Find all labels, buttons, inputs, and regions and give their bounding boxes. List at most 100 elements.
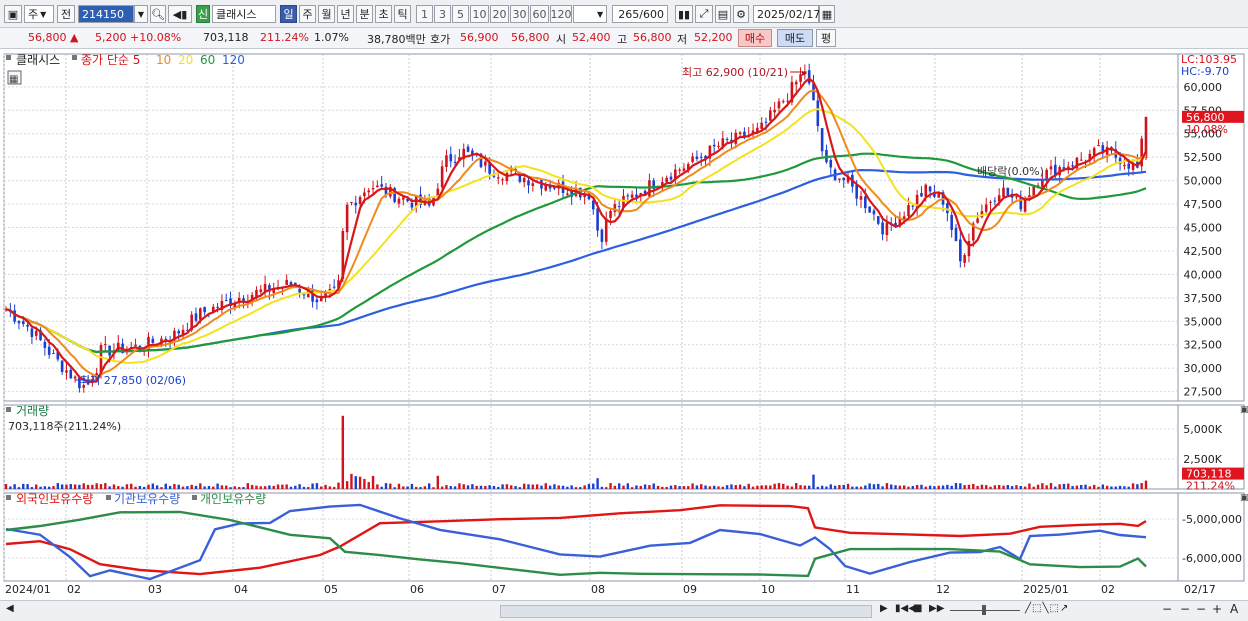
candle-body: [26, 324, 29, 327]
volume-bar: [825, 486, 828, 489]
candle-body: [496, 177, 500, 179]
text-size-icon[interactable]: A: [1230, 602, 1238, 616]
volume-bar: [436, 475, 440, 489]
volume-bar: [285, 484, 288, 489]
volume-bar: [587, 483, 591, 489]
period-tab-5[interactable]: 초: [375, 5, 392, 23]
holding-y-tick: -6,000,000: [1182, 552, 1242, 565]
high-arrow-head: ▸: [802, 68, 807, 79]
volume-bar: [95, 483, 98, 489]
candle-body: [302, 294, 306, 296]
candle-body: [1079, 159, 1083, 161]
minus-icon[interactable]: −: [1196, 602, 1206, 616]
plus-icon[interactable]: +: [1212, 602, 1222, 616]
volume-bar: [907, 486, 910, 489]
volume-bar: [561, 485, 565, 489]
candle-body: [354, 202, 358, 206]
volume-bar: [311, 483, 314, 489]
period-tab-1[interactable]: 주: [299, 5, 316, 23]
print-icon[interactable]: ▤: [715, 5, 731, 23]
horizontal-scrollbar[interactable]: ◀ ▶ ▮◀◀ ■ ▶▶ ╱⬚╲⬚↗ − − − + A: [0, 600, 1248, 621]
calendar-icon[interactable]: ▦: [819, 5, 835, 23]
interval-tab-60[interactable]: 60: [530, 5, 549, 23]
prev-button[interactable]: 전: [57, 5, 75, 23]
panel-marker: [6, 55, 11, 60]
candle-body: [363, 192, 366, 197]
zoom-handle[interactable]: [982, 605, 986, 615]
interval-tab-30[interactable]: 30: [510, 5, 529, 23]
stock-name-field[interactable]: 클래시스: [212, 5, 276, 23]
forward-icon[interactable]: ▶▶: [929, 603, 944, 614]
count-field[interactable]: 265/600: [612, 5, 668, 23]
scroll-right-icon[interactable]: ▶: [880, 603, 888, 614]
volume-bar: [712, 485, 716, 489]
interval-select[interactable]: ▼: [573, 5, 607, 23]
volume-bar: [160, 487, 163, 489]
volume-bar: [915, 485, 919, 489]
volume-bar: [229, 487, 232, 489]
interval-tab-20[interactable]: 20: [490, 5, 509, 23]
draw-tool-icon[interactable]: ⤢: [695, 5, 713, 23]
period-tab-3[interactable]: 년: [337, 5, 354, 23]
buy-button[interactable]: 매수: [738, 29, 772, 47]
draw-tools-icon[interactable]: ╱⬚╲⬚↗: [1025, 603, 1069, 614]
interval-tab-120[interactable]: 120: [550, 5, 572, 23]
window-icon[interactable]: ▣: [4, 5, 22, 23]
gear-icon[interactable]: ⚙: [733, 5, 749, 23]
volume-bar: [557, 485, 560, 489]
candle-body: [501, 179, 504, 181]
volume-bar: [777, 483, 781, 489]
minimize-icon[interactable]: −: [1180, 602, 1190, 616]
stock-chart[interactable]: 2024/01 02 03 04 05 06 07 08 09 10 11 12 2025/01 02 02…: [0, 49, 1248, 600]
volume-bar: [471, 484, 474, 489]
search-icon[interactable]: 🔍︎: [150, 5, 166, 23]
candle-body: [876, 216, 880, 224]
candle-body: [769, 110, 772, 121]
volume-bar: [531, 484, 535, 489]
avg-button[interactable]: 평: [816, 29, 836, 47]
chart-type-icon[interactable]: ▮▮: [675, 5, 693, 23]
volume-bar: [967, 484, 971, 489]
scroll-left-icon[interactable]: ◀: [6, 603, 14, 614]
interval-tab-3[interactable]: 3: [434, 5, 451, 23]
volume-bar: [354, 476, 357, 489]
chevron-down-icon[interactable]: ▼: [134, 5, 148, 23]
volume-bar: [125, 484, 129, 489]
bid-1: 56,900: [460, 31, 499, 44]
volume-bar: [1114, 486, 1117, 489]
interval-tab-5[interactable]: 5: [452, 5, 469, 23]
code-input[interactable]: 214150: [78, 5, 134, 23]
volume-bar: [358, 476, 362, 489]
volume-bar: [1127, 486, 1130, 489]
sell-button[interactable]: 매도: [777, 29, 813, 47]
speaker-icon[interactable]: ◀▮: [168, 5, 192, 23]
volume-bar: [164, 483, 167, 489]
volume-bar: [652, 483, 655, 489]
date-field[interactable]: 2025/02/17: [753, 5, 820, 23]
volume-bar: [108, 486, 111, 489]
volume-bar: [868, 483, 871, 489]
interval-tab-10[interactable]: 10: [470, 5, 489, 23]
zoom-out-icon[interactable]: −: [1162, 602, 1172, 616]
volume-bar: [130, 483, 133, 489]
period-tab-6[interactable]: 틱: [394, 5, 411, 23]
candle-body: [566, 193, 569, 195]
period-tab-4[interactable]: 분: [356, 5, 373, 23]
candle-body: [591, 200, 595, 210]
market-select[interactable]: 주 ▼: [24, 5, 54, 23]
period-tab-2[interactable]: 월: [318, 5, 335, 23]
volume-bar: [410, 483, 414, 489]
volume-bar: [246, 483, 250, 489]
period-tab-0[interactable]: 일: [280, 5, 297, 23]
volume-bar: [380, 486, 383, 489]
stop-icon[interactable]: ■: [913, 603, 922, 614]
volume-bar: [488, 485, 491, 489]
interval-tab-1[interactable]: 1: [416, 5, 433, 23]
x-tick-label: 08: [591, 583, 605, 596]
candle-body: [665, 177, 668, 183]
volume-bar: [91, 484, 94, 489]
volume-bar: [415, 486, 418, 489]
scroll-thumb[interactable]: [500, 605, 872, 618]
volume-bar: [350, 473, 353, 489]
volume-bar: [911, 486, 915, 489]
